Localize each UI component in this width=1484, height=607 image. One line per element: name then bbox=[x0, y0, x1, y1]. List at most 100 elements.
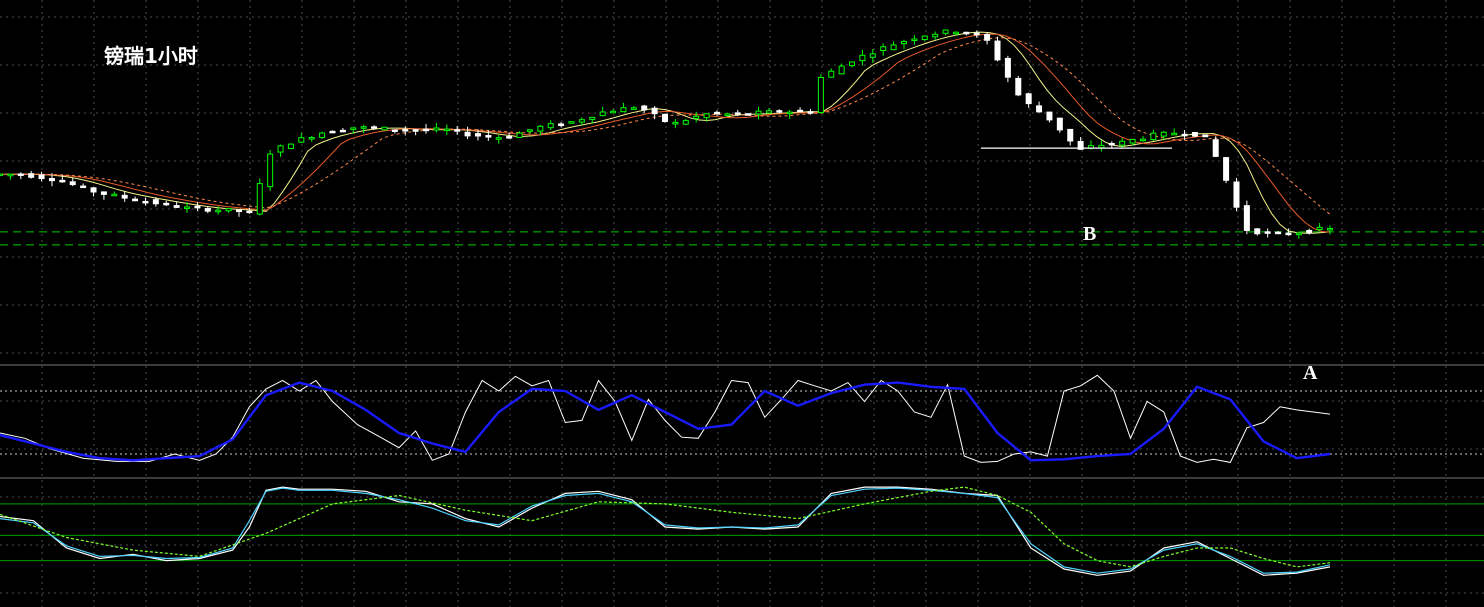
candle-body bbox=[1316, 226, 1323, 231]
candle-body bbox=[662, 113, 668, 123]
candle-body bbox=[308, 136, 315, 140]
candle-body bbox=[329, 130, 336, 134]
candle-body bbox=[381, 126, 388, 131]
candle-body bbox=[859, 54, 866, 62]
candle-body bbox=[672, 121, 679, 125]
candle-body bbox=[765, 110, 772, 114]
candle-body bbox=[1171, 132, 1178, 136]
candle-body bbox=[474, 133, 481, 137]
candle-body bbox=[568, 121, 575, 124]
candle-body bbox=[1098, 144, 1105, 149]
candle-body bbox=[90, 187, 97, 193]
candle-body bbox=[267, 153, 274, 188]
ma-fast-line bbox=[0, 31, 1331, 234]
candle-body bbox=[849, 61, 856, 67]
candle-body bbox=[776, 110, 783, 113]
candle-body bbox=[630, 107, 637, 110]
candle-body bbox=[599, 111, 606, 117]
candle-body bbox=[464, 131, 471, 137]
candle-body bbox=[1015, 77, 1022, 96]
candle-body bbox=[1295, 232, 1302, 236]
candle-body bbox=[215, 209, 222, 213]
candle-body bbox=[391, 129, 398, 132]
candle-body bbox=[1233, 181, 1240, 208]
candle-body bbox=[423, 128, 430, 132]
candle-body bbox=[1243, 205, 1250, 231]
candle-body bbox=[1036, 105, 1043, 113]
candle-body bbox=[994, 40, 1001, 61]
candle-body bbox=[932, 33, 939, 38]
candle-body bbox=[194, 205, 201, 209]
candle-body bbox=[1139, 138, 1146, 142]
candle-body bbox=[724, 113, 731, 116]
candle-body bbox=[734, 112, 741, 115]
candle-body bbox=[1046, 111, 1053, 121]
annotation-b: B bbox=[1083, 223, 1097, 245]
candle-body bbox=[1056, 117, 1063, 131]
candle-body bbox=[869, 53, 876, 58]
candle-body bbox=[786, 111, 793, 115]
candle-body bbox=[1160, 131, 1167, 137]
candle-body bbox=[620, 107, 627, 113]
candle-body bbox=[682, 120, 689, 125]
price-levels bbox=[0, 231, 1484, 246]
candle-body bbox=[256, 183, 263, 215]
candle-body bbox=[911, 38, 918, 42]
candle-body bbox=[703, 113, 710, 119]
candle-body bbox=[506, 136, 513, 139]
candle-body bbox=[454, 129, 461, 132]
candle-body bbox=[526, 129, 533, 132]
candle-body bbox=[547, 123, 554, 129]
candle-body bbox=[298, 137, 305, 143]
candle-body bbox=[142, 200, 149, 204]
candle-body bbox=[121, 194, 128, 199]
candle-body bbox=[173, 205, 180, 208]
candle-body bbox=[558, 123, 565, 126]
candle-body bbox=[1223, 157, 1230, 181]
candle-body bbox=[1119, 140, 1126, 146]
candle-body bbox=[225, 208, 232, 212]
candle-body bbox=[204, 208, 211, 212]
candle-body bbox=[1108, 142, 1115, 146]
grid bbox=[0, 0, 1484, 607]
candle-body bbox=[973, 32, 980, 36]
candle-body bbox=[900, 40, 907, 45]
candle-body bbox=[641, 105, 648, 111]
candle-body bbox=[1285, 232, 1292, 236]
candle-body bbox=[402, 129, 409, 132]
candle-body bbox=[1275, 231, 1282, 235]
candle-body bbox=[433, 127, 440, 131]
candle-body bbox=[589, 116, 596, 120]
candle-body bbox=[1264, 231, 1271, 234]
moving-averages bbox=[0, 31, 1331, 234]
candle-body bbox=[713, 111, 720, 115]
candle-body bbox=[0, 173, 3, 177]
candle-body bbox=[1025, 93, 1032, 105]
candle-body bbox=[412, 129, 419, 132]
candle-body bbox=[516, 132, 523, 139]
candle-body bbox=[1202, 134, 1209, 138]
candle-body bbox=[984, 33, 991, 41]
candle-body bbox=[1129, 138, 1136, 144]
candle-body bbox=[745, 113, 752, 116]
candle-body bbox=[80, 185, 87, 189]
candle-body bbox=[1150, 132, 1157, 140]
candle-body bbox=[828, 70, 835, 78]
candle-body bbox=[339, 129, 346, 133]
candle-body bbox=[1067, 128, 1074, 142]
candle-body bbox=[890, 44, 897, 51]
candle-body bbox=[495, 137, 502, 140]
candle-body bbox=[838, 65, 845, 75]
candle-body bbox=[1212, 139, 1219, 157]
candle-body bbox=[952, 31, 959, 35]
candle-body bbox=[277, 145, 284, 153]
candle-body bbox=[693, 115, 700, 119]
candle-body bbox=[963, 31, 970, 35]
candle-body bbox=[1306, 229, 1313, 234]
candle-body bbox=[880, 46, 887, 52]
candle-body bbox=[111, 193, 118, 197]
candle-body bbox=[235, 209, 242, 213]
annotation-a: A bbox=[1303, 362, 1318, 384]
candle-body bbox=[797, 109, 804, 113]
ma-slow-line bbox=[0, 37, 1331, 215]
